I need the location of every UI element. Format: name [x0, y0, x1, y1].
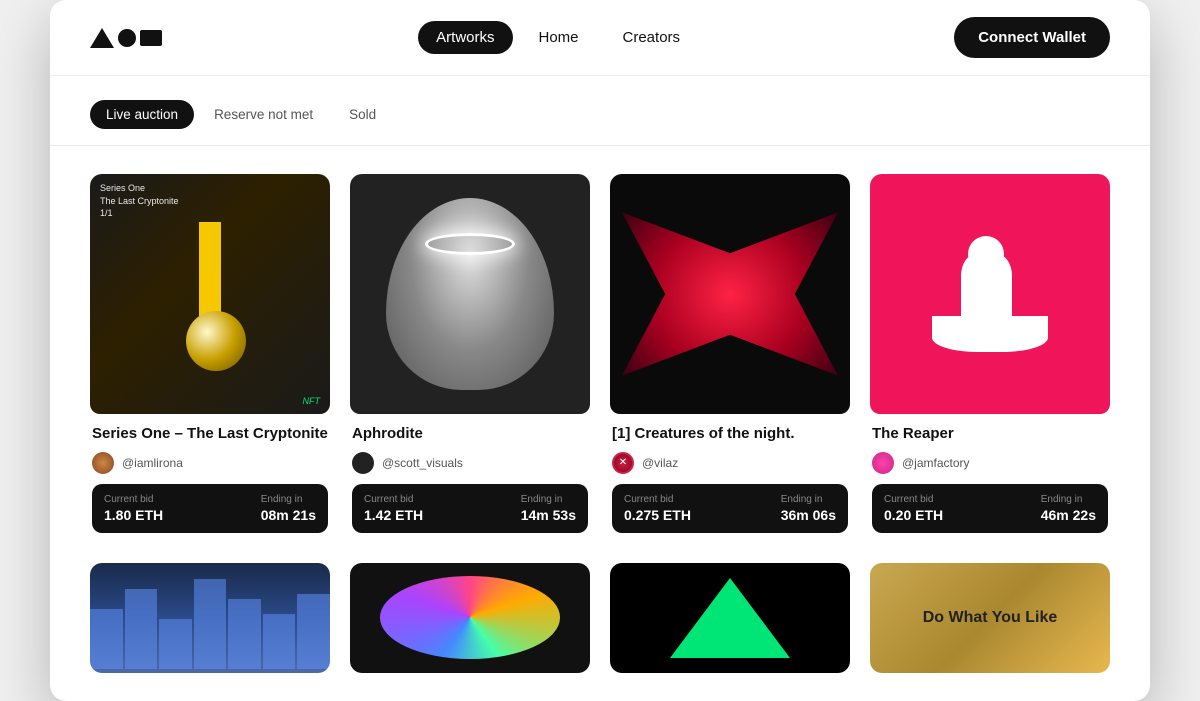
- card-title-series-one: Series One – The Last Cryptonite: [92, 424, 328, 444]
- card2-bust: [386, 198, 554, 390]
- author-name-aphrodite: @scott_visuals: [382, 456, 463, 470]
- building-3: [159, 619, 192, 669]
- building-4: [194, 579, 227, 669]
- ending-section-creatures: Ending in 36m 06s: [781, 494, 836, 523]
- card-info-reaper: The Reaper @jamfactory Current bid 0.20 …: [870, 414, 1110, 543]
- current-bid-label-series-one: Current bid: [104, 494, 163, 505]
- building-7: [297, 594, 330, 669]
- card2-ring: [425, 233, 515, 255]
- card-info-aphrodite: Aphrodite @scott_visuals Current bid 1.4…: [350, 414, 590, 543]
- artwork-image-pyramid: [610, 563, 850, 673]
- logo: [90, 28, 162, 48]
- author-avatar-jamfactory: [872, 452, 894, 474]
- artwork-image-graffiti: Do What You Like: [870, 563, 1110, 673]
- building-5: [228, 599, 261, 669]
- card-author-reaper: @jamfactory: [872, 452, 1108, 474]
- logo-rect-icon: [140, 30, 162, 46]
- navbar: Artworks Home Creators Connect Wallet: [50, 0, 1150, 76]
- artworks-grid: Series One The Last Cryptonite 1/1 NFT S…: [50, 146, 1150, 701]
- current-bid-value-reaper: 0.20 ETH: [884, 507, 943, 523]
- author-name-creatures: @vilaz: [642, 456, 678, 470]
- card-title-aphrodite: Aphrodite: [352, 424, 588, 444]
- card1-label: Series One The Last Cryptonite 1/1: [100, 182, 179, 220]
- author-name-series-one: @iamlirona: [122, 456, 183, 470]
- artwork-card-city[interactable]: [90, 563, 330, 673]
- artwork-card-series-one[interactable]: Series One The Last Cryptonite 1/1 NFT S…: [90, 174, 330, 543]
- card-title-creatures: [1] Creatures of the night.: [612, 424, 848, 444]
- building-6: [263, 614, 296, 669]
- card-author-creatures: ✕ @vilaz: [612, 452, 848, 474]
- ending-label-series-one: Ending in: [261, 494, 316, 505]
- current-bid-section-aphrodite: Current bid 1.42 ETH: [364, 494, 423, 523]
- browser-window: Artworks Home Creators Connect Wallet Li…: [50, 0, 1150, 701]
- artwork-card-aphrodite[interactable]: Aphrodite @scott_visuals Current bid 1.4…: [350, 174, 590, 543]
- nav-links: Artworks Home Creators: [418, 21, 698, 54]
- current-bid-section-reaper: Current bid 0.20 ETH: [884, 494, 943, 523]
- ending-label-aphrodite: Ending in: [521, 494, 576, 505]
- ending-value-series-one: 08m 21s: [261, 507, 316, 523]
- logo-circle-icon: [118, 29, 136, 47]
- artwork-card-disco[interactable]: [350, 563, 590, 673]
- card1-nft-label: NFT: [303, 396, 321, 406]
- author-avatar-vilaz: ✕: [612, 452, 634, 474]
- ending-section-aphrodite: Ending in 14m 53s: [521, 494, 576, 523]
- bid-bar-series-one: Current bid 1.80 ETH Ending in 08m 21s: [92, 484, 328, 533]
- artwork-card-creatures[interactable]: [1] Creatures of the night. ✕ @vilaz Cur…: [610, 174, 850, 543]
- ending-label-creatures: Ending in: [781, 494, 836, 505]
- card-author-series-one: @iamlirona: [92, 452, 328, 474]
- current-bid-label-reaper: Current bid: [884, 494, 943, 505]
- current-bid-section-series-one: Current bid 1.80 ETH: [104, 494, 163, 523]
- current-bid-value-aphrodite: 1.42 ETH: [364, 507, 423, 523]
- card-title-reaper: The Reaper: [872, 424, 1108, 444]
- ending-value-creatures: 36m 06s: [781, 507, 836, 523]
- card-info-series-one: Series One – The Last Cryptonite @iamlir…: [90, 414, 330, 543]
- graffiti-text: Do What You Like: [870, 563, 1110, 673]
- current-bid-section-creatures: Current bid 0.275 ETH: [624, 494, 691, 523]
- ending-value-aphrodite: 14m 53s: [521, 507, 576, 523]
- logo-triangle-icon: [90, 28, 114, 48]
- pyramid-shape: [670, 578, 790, 658]
- card1-sphere: [186, 311, 246, 371]
- filter-reserve-not-met[interactable]: Reserve not met: [198, 100, 329, 129]
- filter-bar: Live auction Reserve not met Sold: [50, 76, 1150, 146]
- current-bid-value-creatures: 0.275 ETH: [624, 507, 691, 523]
- filter-sold[interactable]: Sold: [333, 100, 392, 129]
- nav-artworks[interactable]: Artworks: [418, 21, 512, 54]
- ending-value-reaper: 46m 22s: [1041, 507, 1096, 523]
- city-buildings: [90, 579, 330, 673]
- bid-bar-aphrodite: Current bid 1.42 ETH Ending in 14m 53s: [352, 484, 588, 533]
- disco-ball: [380, 576, 560, 659]
- nav-home[interactable]: Home: [521, 21, 597, 54]
- bid-bar-creatures: Current bid 0.275 ETH Ending in 36m 06s: [612, 484, 848, 533]
- card4-figure: [918, 222, 1062, 366]
- artwork-card-reaper[interactable]: The Reaper @jamfactory Current bid 0.20 …: [870, 174, 1110, 543]
- artwork-card-pyramid[interactable]: [610, 563, 850, 673]
- ending-section-series-one: Ending in 08m 21s: [261, 494, 316, 523]
- artwork-image-aphrodite: [350, 174, 590, 414]
- current-bid-label-aphrodite: Current bid: [364, 494, 423, 505]
- current-bid-value-series-one: 1.80 ETH: [104, 507, 163, 523]
- building-2: [125, 589, 158, 669]
- author-avatar-scott-visuals: [352, 452, 374, 474]
- artwork-card-graffiti[interactable]: Do What You Like: [870, 563, 1110, 673]
- nav-creators[interactable]: Creators: [605, 21, 699, 54]
- ending-label-reaper: Ending in: [1041, 494, 1096, 505]
- bid-bar-reaper: Current bid 0.20 ETH Ending in 46m 22s: [872, 484, 1108, 533]
- card-info-creatures: [1] Creatures of the night. ✕ @vilaz Cur…: [610, 414, 850, 543]
- card3-wings: [622, 192, 838, 396]
- card-author-aphrodite: @scott_visuals: [352, 452, 588, 474]
- current-bid-label-creatures: Current bid: [624, 494, 691, 505]
- building-1: [90, 609, 123, 669]
- artwork-image-city: [90, 563, 330, 673]
- artwork-image-reaper: [870, 174, 1110, 414]
- author-name-reaper: @jamfactory: [902, 456, 970, 470]
- connect-wallet-button[interactable]: Connect Wallet: [954, 17, 1110, 58]
- filter-live-auction[interactable]: Live auction: [90, 100, 194, 129]
- artwork-image-series-one: Series One The Last Cryptonite 1/1 NFT: [90, 174, 330, 414]
- ending-section-reaper: Ending in 46m 22s: [1041, 494, 1096, 523]
- artwork-image-creatures: [610, 174, 850, 414]
- artwork-image-disco: [350, 563, 590, 673]
- author-avatar-iamlirona: [92, 452, 114, 474]
